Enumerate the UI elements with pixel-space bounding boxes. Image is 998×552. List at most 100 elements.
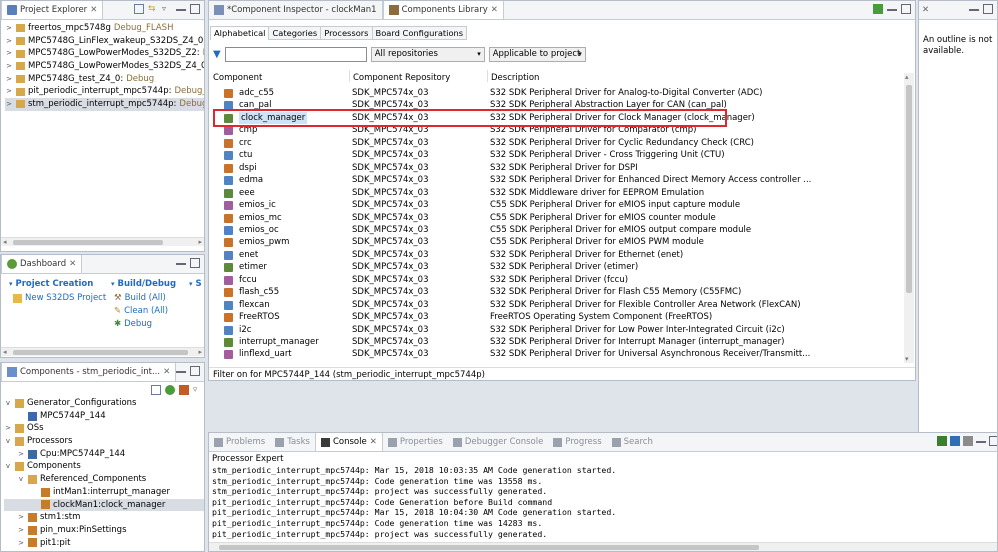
component-row[interactable]: emios_mc SDK_MPC574x_03 C55 SDK Peripheral… bbox=[210, 212, 915, 225]
maximize-icon[interactable] bbox=[190, 4, 200, 14]
tab-component-inspector[interactable]: *Component Inspector - clockMan1 bbox=[209, 1, 383, 19]
scrollbar-thumb[interactable] bbox=[13, 240, 163, 245]
component-tree-item[interactable]: MPC5744P_144 bbox=[4, 410, 204, 423]
view-menu-icon[interactable]: ▿ bbox=[162, 4, 172, 14]
project-item[interactable]: > stm_periodic_interrupt_mpc5744p: Debug_… bbox=[5, 98, 204, 111]
chevron-right-icon[interactable]: > bbox=[5, 73, 13, 86]
component-row[interactable]: dspi SDK_MPC574x_03 S32 SDK Peripheral Dri… bbox=[210, 162, 915, 175]
chevron-right-icon[interactable]: > bbox=[5, 98, 13, 111]
minimize-icon[interactable] bbox=[969, 4, 979, 11]
maximize-icon[interactable] bbox=[983, 4, 993, 14]
tab-problems[interactable]: Problems bbox=[209, 433, 270, 451]
debug-link[interactable]: ✱ Debug bbox=[114, 319, 152, 329]
component-row[interactable]: etimer SDK_MPC574x_03 S32 SDK Peripheral D… bbox=[210, 261, 915, 274]
component-tree-item[interactable]: > Cpu:MPC5744P_144 bbox=[4, 448, 204, 461]
component-tree-item[interactable]: clockMan1:clock_manager bbox=[4, 498, 204, 512]
project-item[interactable]: >MPC5748G_LowPowerModes_S32DS_Z4_0: Deb bbox=[5, 60, 204, 73]
close-icon[interactable]: ✕ bbox=[922, 5, 929, 15]
collapse-icon[interactable] bbox=[151, 385, 161, 395]
component-row[interactable]: emios_ic SDK_MPC574x_03 C55 SDK Peripheral… bbox=[210, 199, 915, 212]
project-creation-header[interactable]: ▾ Project Creation bbox=[9, 279, 93, 289]
tab-components-library[interactable]: Components Library ✕ bbox=[382, 1, 504, 19]
component-tree-item[interactable]: > pin_mux:PinSettings bbox=[4, 524, 204, 537]
component-tree-item[interactable]: v Components bbox=[4, 460, 204, 473]
tab-tasks[interactable]: Tasks bbox=[270, 433, 315, 451]
component-row[interactable]: enet SDK_MPC574x_03 S32 SDK Peripheral Dri… bbox=[210, 249, 915, 262]
component-row[interactable]: emios_oc SDK_MPC574x_03 C55 SDK Peripheral… bbox=[210, 224, 915, 237]
add-component-icon[interactable] bbox=[873, 4, 883, 14]
component-row[interactable]: FreeRTOS SDK_MPC574x_03 FreeRTOS Operating… bbox=[210, 311, 915, 324]
pin-console-icon[interactable] bbox=[950, 436, 960, 446]
component-tree-item[interactable]: v Generator_Configurations bbox=[4, 397, 204, 410]
component-row[interactable]: fccu SDK_MPC574x_03 S32 SDK Peripheral Dri… bbox=[210, 274, 915, 287]
component-tree-item[interactable]: v Referenced_Components bbox=[4, 473, 204, 486]
build-link[interactable]: ⚒ Build (All) bbox=[114, 293, 166, 303]
view-menu-icon[interactable]: ▿ bbox=[193, 385, 203, 395]
component-row[interactable]: linflexd_uart SDK_MPC574x_03 S32 SDK Perip… bbox=[210, 348, 915, 361]
clean-link[interactable]: ✎ Clean (All) bbox=[114, 306, 168, 316]
component-tree-item[interactable]: intMan1:interrupt_manager bbox=[4, 486, 204, 499]
project-item[interactable]: > MPC5748G_test_Z4_0: Debug bbox=[5, 73, 204, 86]
chevron-right-icon[interactable]: > bbox=[17, 537, 25, 550]
subtab-alphabetical[interactable]: Alphabetical bbox=[210, 26, 270, 40]
component-tree-item[interactable]: v Processors bbox=[4, 435, 204, 448]
display-console-icon[interactable] bbox=[937, 436, 947, 446]
generate-code-icon[interactable] bbox=[165, 385, 175, 395]
new-project-link[interactable]: New S32DS Project bbox=[13, 293, 106, 303]
chevron-right-icon[interactable]: > bbox=[5, 60, 13, 73]
horizontal-scrollbar[interactable]: ◂ ▸ bbox=[1, 347, 204, 356]
maximize-icon[interactable] bbox=[989, 436, 997, 446]
chevron-right-icon[interactable]: > bbox=[17, 511, 25, 524]
horizontal-scrollbar[interactable] bbox=[209, 542, 997, 551]
subtab-board-configurations[interactable]: Board Configurations bbox=[371, 26, 468, 40]
minimize-icon[interactable] bbox=[176, 258, 186, 265]
component-tree-item[interactable]: > pit1:pit bbox=[4, 537, 204, 550]
component-row[interactable]: emios_pwm SDK_MPC574x_03 C55 SDK Periphera… bbox=[210, 236, 915, 249]
close-icon[interactable]: ✕ bbox=[370, 437, 377, 447]
maximize-icon[interactable] bbox=[901, 4, 911, 14]
close-icon[interactable]: ✕ bbox=[491, 5, 498, 15]
column-header-component[interactable]: Component bbox=[213, 73, 262, 83]
tab-properties[interactable]: Properties bbox=[383, 433, 448, 451]
column-header-description[interactable]: Description bbox=[491, 73, 539, 83]
chevron-down-icon[interactable]: v bbox=[4, 397, 12, 410]
subtab-categories[interactable]: Categories bbox=[268, 26, 322, 40]
tab-project-explorer[interactable]: Project Explorer ✕ bbox=[1, 1, 104, 19]
tab-search[interactable]: Search bbox=[607, 433, 658, 451]
collapse-all-icon[interactable] bbox=[134, 4, 144, 14]
chevron-right-icon[interactable]: > bbox=[5, 35, 13, 48]
tab-dashboard[interactable]: Dashboard ✕ bbox=[1, 255, 83, 273]
close-icon[interactable]: ✕ bbox=[163, 367, 170, 377]
scope-select[interactable]: Applicable to project ▾ bbox=[488, 47, 586, 62]
chevron-down-icon[interactable]: v bbox=[4, 460, 12, 473]
horizontal-scrollbar[interactable]: ◂ ▸ bbox=[1, 237, 204, 246]
minimize-icon[interactable] bbox=[176, 4, 186, 11]
component-tree-item[interactable]: > OSs bbox=[4, 422, 204, 435]
project-item[interactable]: > pit_periodic_interrupt_mpc5744p: Debug_… bbox=[5, 85, 204, 98]
chevron-right-icon[interactable]: > bbox=[5, 22, 13, 35]
component-row[interactable]: adc_c55 SDK_MPC574x_03 S32 SDK Peripheral … bbox=[210, 87, 915, 100]
column-header-repository[interactable]: Component Repository bbox=[353, 73, 450, 83]
minimize-icon[interactable] bbox=[976, 436, 986, 443]
third-section-header[interactable]: ▾ S bbox=[189, 279, 202, 289]
maximize-icon[interactable] bbox=[190, 258, 200, 268]
chevron-down-icon[interactable]: v bbox=[17, 473, 25, 486]
link-editor-icon[interactable]: ⇆ bbox=[148, 4, 158, 14]
outline-tab-label[interactable]: ✕ bbox=[919, 1, 932, 19]
chevron-right-icon[interactable]: > bbox=[5, 85, 13, 98]
build-debug-header[interactable]: ▾ Build/Debug bbox=[111, 279, 176, 289]
tab-debugger-console[interactable]: Debugger Console bbox=[448, 433, 549, 451]
project-item[interactable]: > MPC5748G_LowPowerModes_S32DS_Z2: Deb bbox=[5, 47, 204, 60]
minimize-icon[interactable] bbox=[176, 366, 186, 373]
component-row[interactable]: ctu SDK_MPC574x_03 S32 SDK Peripheral Driv… bbox=[210, 149, 915, 162]
scrollbar-thumb[interactable] bbox=[219, 545, 759, 550]
component-row[interactable]: eee SDK_MPC574x_03 S32 SDK Middleware driv… bbox=[210, 187, 915, 200]
tab-console[interactable]: Console ✕ bbox=[314, 433, 383, 451]
component-row[interactable]: interrupt_manager SDK_MPC574x_03 S32 SDK P… bbox=[210, 336, 915, 349]
minimize-icon[interactable] bbox=[887, 4, 897, 11]
component-row[interactable]: crc SDK_MPC574x_03 S32 SDK Peripheral Driv… bbox=[210, 137, 915, 150]
component-tree-item[interactable]: > stm1:stm bbox=[4, 511, 204, 524]
close-icon[interactable]: ✕ bbox=[90, 5, 97, 15]
project-item[interactable]: > freertos_mpc5748g Debug_FLASH bbox=[5, 22, 204, 35]
project-item[interactable]: >MPC5748G_LinFlex_wakeup_S32DS_Z4_0: Deb… bbox=[5, 35, 204, 48]
